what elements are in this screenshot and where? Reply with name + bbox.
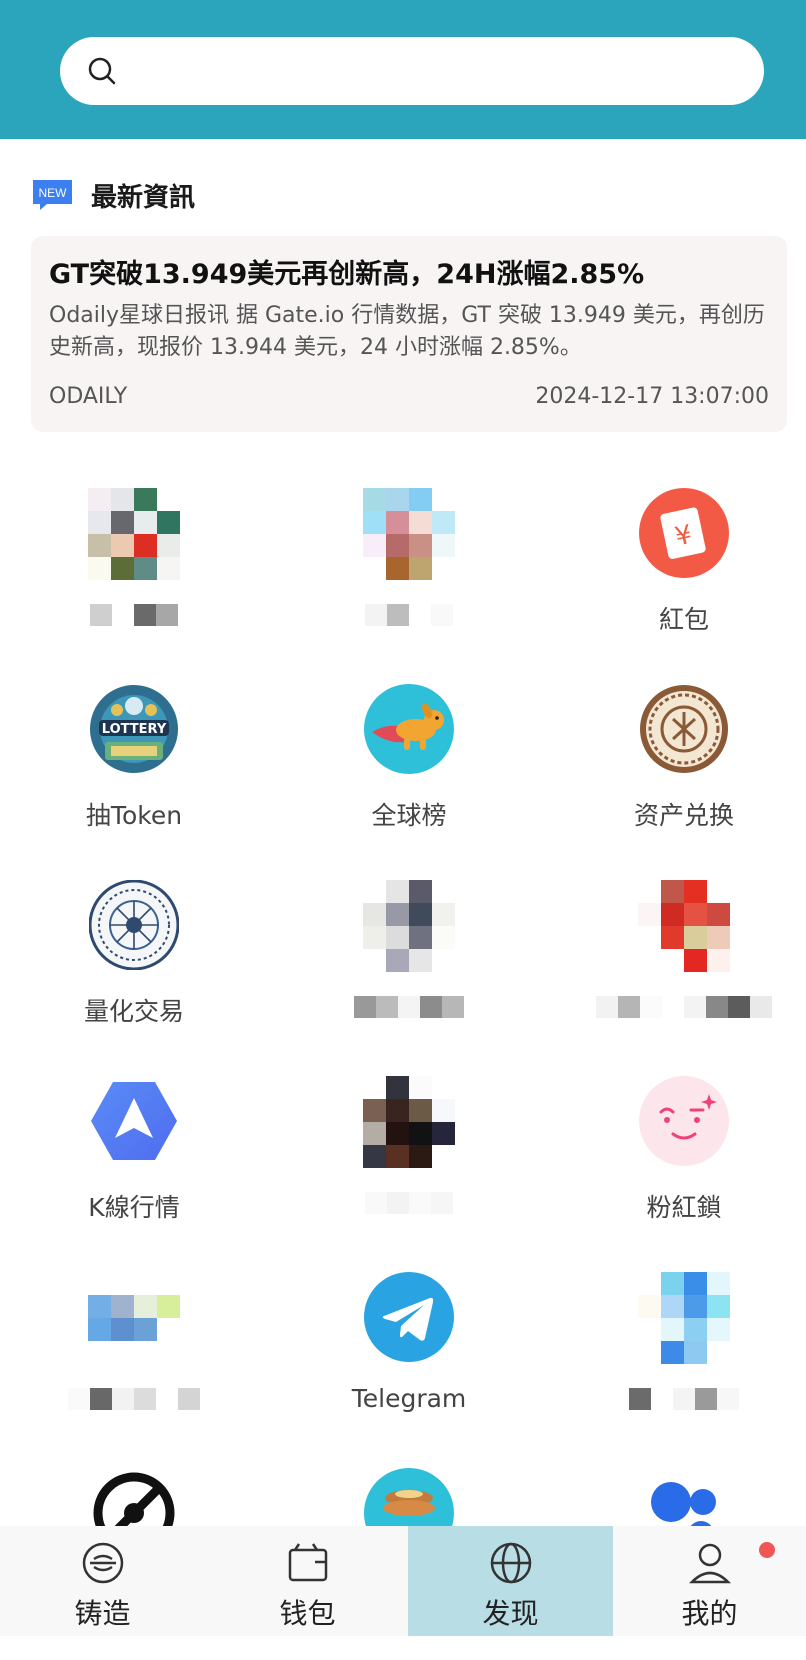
app-tile-blurred-4[interactable] [550, 862, 806, 1058]
app-tile-blurred-5[interactable] [275, 1058, 543, 1254]
pixelated-app-icon [363, 880, 455, 972]
pixelated-app-icon [638, 880, 730, 972]
top-header [0, 0, 806, 139]
user-icon [688, 1543, 731, 1584]
search-icon [88, 57, 116, 85]
telegram-icon [364, 1272, 454, 1362]
mint-icon [82, 1542, 123, 1584]
app-tile-kline[interactable]: K線行情 [0, 1058, 268, 1254]
pixelated-label [68, 1388, 200, 1410]
pixelated-app-icon [363, 1076, 455, 1168]
app-label: 粉紅鎖 [646, 1193, 722, 1222]
notification-dot [759, 1542, 775, 1558]
pixelated-label [90, 604, 178, 626]
app-tile-blurred-7[interactable] [550, 1254, 806, 1450]
tab-discover[interactable]: 发现 [408, 1526, 613, 1636]
pixelated-label [365, 604, 453, 626]
news-section-title: 最新資訊 [91, 183, 196, 213]
app-tile-blurred-1[interactable] [0, 470, 268, 666]
tab-wallet[interactable]: 钱包 [205, 1526, 410, 1636]
bottom-tab-bar: 铸造 钱包 发现 我的 [0, 1526, 806, 1636]
app-tile-pink-lock[interactable]: 粉紅鎖 [550, 1058, 806, 1254]
tab-mint[interactable]: 铸造 [0, 1526, 205, 1636]
app-tile-quant-trading[interactable]: 量化交易 [0, 862, 268, 1058]
news-source: ODAILY [49, 384, 128, 409]
flying-dog-icon [364, 684, 454, 774]
app-tile-blurred-2[interactable] [275, 470, 543, 666]
pixelated-label [354, 996, 464, 1018]
tab-label: 我的 [681, 1597, 738, 1630]
tab-label: 钱包 [279, 1597, 336, 1630]
pink-face-icon [639, 1076, 729, 1166]
new-badge-icon: NEW [33, 180, 72, 210]
app-label: 紅包 [658, 605, 709, 634]
app-label: 资产兑换 [633, 801, 734, 830]
search-bar[interactable] [60, 37, 764, 105]
pixelated-label [596, 996, 772, 1018]
app-label: 抽Token [85, 801, 183, 830]
pixelated-app-icon [88, 488, 180, 580]
app-label: 全球榜 [371, 801, 447, 830]
kline-arrow-icon [91, 1082, 177, 1160]
wallet-icon [288, 1543, 327, 1582]
news-time: 2024-12-17 13:07:00 [535, 384, 769, 409]
svg-text:NEW: NEW [39, 186, 68, 200]
pixelated-app-icon [363, 488, 455, 580]
lottery-icon: LOTTERY [90, 685, 178, 773]
tab-label: 铸造 [74, 1597, 131, 1630]
app-tile-telegram[interactable]: Telegram [275, 1254, 543, 1450]
pixelated-label [629, 1388, 739, 1410]
pixelated-app-icon [88, 1272, 180, 1364]
svg-text:LOTTERY: LOTTERY [102, 722, 167, 737]
app-tile-lottery[interactable]: LOTTERY 抽Token [0, 666, 268, 862]
pixelated-app-icon [638, 1272, 730, 1364]
pixelated-label [365, 1192, 453, 1214]
app-tile-global-rank[interactable]: 全球榜 [275, 666, 543, 862]
news-card[interactable]: GT突破13.949美元再创新高，24H涨幅2.85% Odaily星球日报讯 … [31, 236, 787, 432]
tab-profile[interactable]: 我的 [613, 1526, 806, 1636]
news-headline: GT突破13.949美元再创新高，24H涨幅2.85% [49, 259, 645, 290]
globe-icon [490, 1542, 531, 1584]
app-label: 量化交易 [83, 997, 184, 1026]
news-summary: Odaily星球日报讯 据 Gate.io 行情数据，GT 突破 13.949 … [49, 303, 765, 360]
coin-seal-icon [640, 685, 728, 773]
app-tile-red-envelope[interactable]: ¥ 紅包 [550, 470, 806, 666]
app-tile-blurred-6[interactable] [0, 1254, 268, 1450]
tab-label: 发现 [482, 1597, 539, 1630]
app-label: K線行情 [88, 1193, 180, 1222]
app-label: Telegram [351, 1384, 467, 1413]
quant-circuit-icon [89, 880, 179, 970]
app-tile-blurred-3[interactable] [275, 862, 543, 1058]
red-envelope-icon: ¥ [639, 488, 729, 578]
app-tile-asset-exchange[interactable]: 资产兑换 [550, 666, 806, 862]
